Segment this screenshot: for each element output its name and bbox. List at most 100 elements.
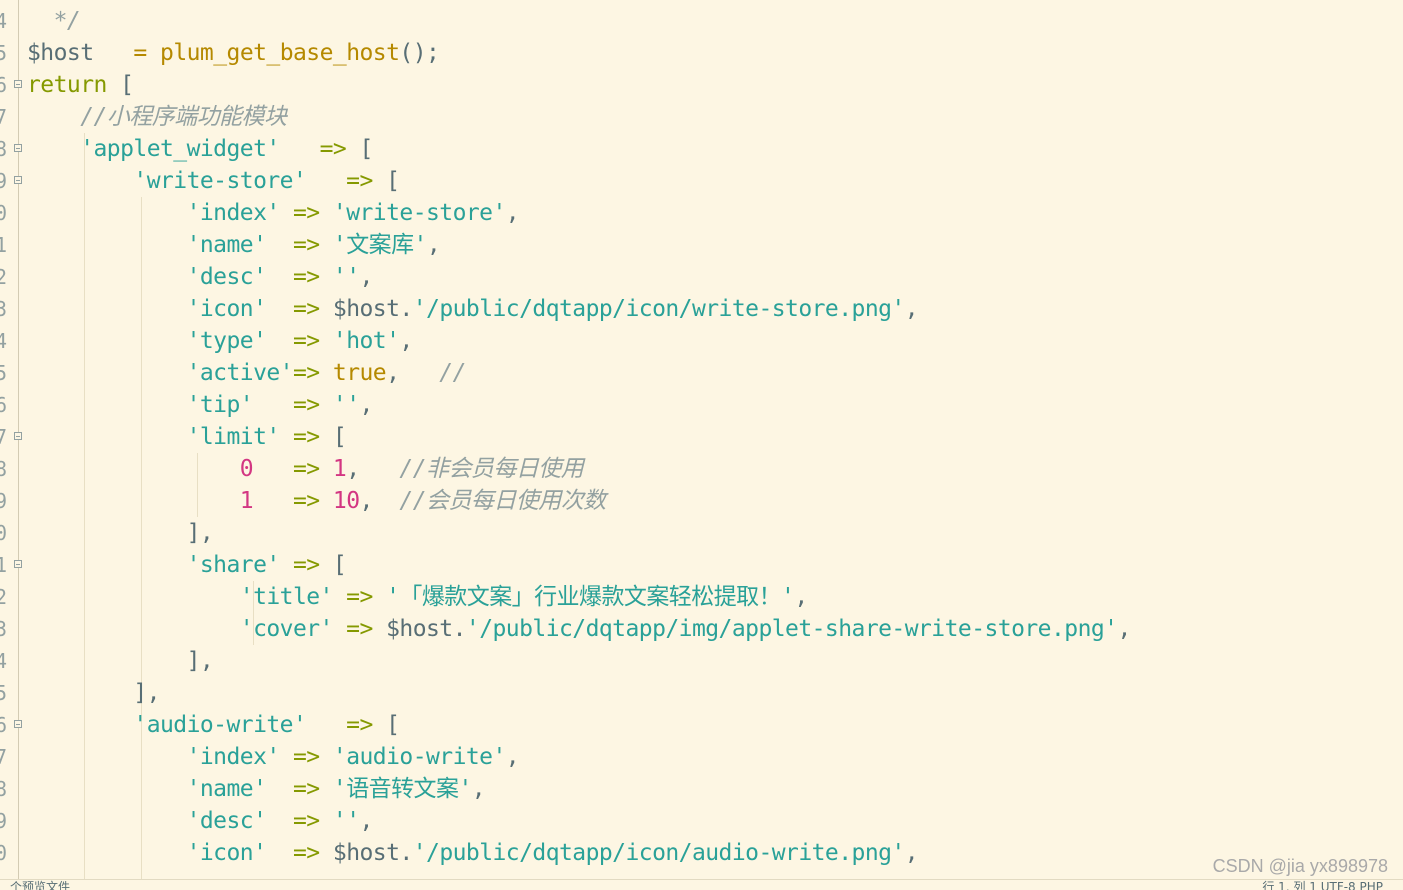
code-line[interactable]: 7 'index' => 'audio-write', <box>0 741 1403 773</box>
code-line[interactable]: 1 'share' => [ <box>0 549 1403 581</box>
code-text: 'write-store' => [ <box>27 165 400 197</box>
line-number: 9 <box>0 169 7 193</box>
code-line[interactable]: 9 'desc' => '', <box>0 805 1403 837</box>
line-number: 0 <box>0 521 7 545</box>
fold-toggle-icon[interactable] <box>14 176 22 184</box>
code-line[interactable]: 3 'cover' => $host.'/public/dqtapp/img/a… <box>0 613 1403 645</box>
code-line[interactable]: 4 */ <box>0 5 1403 37</box>
code-text: 'icon' => $host.'/public/dqtapp/icon/wri… <box>27 293 919 325</box>
code-token: '' <box>332 392 360 418</box>
fold-toggle-icon[interactable] <box>14 720 22 728</box>
code-token: [ <box>372 168 400 194</box>
code-line[interactable]: 2 'title' => '「爆款文案」行业爆款文案轻松提取！', <box>0 581 1403 613</box>
code-token: '/public/dqtapp/icon/audio-write.png' <box>412 840 906 866</box>
code-line[interactable]: 3 'icon' => $host.'/public/dqtapp/icon/w… <box>0 293 1403 325</box>
code-line[interactable]: 6 'tip' => '', <box>0 389 1403 421</box>
code-token: 10 <box>332 488 360 514</box>
code-token: => <box>292 360 320 386</box>
code-line[interactable]: 1 'name' => '文案库', <box>0 229 1403 261</box>
line-number: 9 <box>0 809 7 833</box>
line-number: 0 <box>0 201 7 225</box>
code-line[interactable]: 5 $host = plum_get_base_host(); <box>0 37 1403 69</box>
code-line[interactable]: 7 'limit' => [ <box>0 421 1403 453</box>
code-line[interactable]: 5 ], <box>0 677 1403 709</box>
fold-toggle-icon[interactable] <box>14 144 22 152</box>
code-text: //小程序端功能模块 <box>27 101 287 133</box>
code-text: 1 => 10, //会员每日使用次数 <box>27 485 606 517</box>
code-line[interactable]: 4 ], <box>0 645 1403 677</box>
code-token: , <box>904 296 919 322</box>
line-number: 4 <box>0 9 7 33</box>
code-text: 'desc' => '', <box>27 805 374 837</box>
code-token: => <box>346 584 373 610</box>
code-line[interactable]: 9 'write-store' => [ <box>0 165 1403 197</box>
code-token: //非会员每日使用 <box>399 456 584 482</box>
code-token: => <box>292 744 320 770</box>
code-token: => <box>292 328 320 354</box>
code-token: true <box>332 360 387 386</box>
code-token: 'active' <box>186 360 294 386</box>
code-token: => <box>292 552 320 578</box>
code-line[interactable]: 6 'audio-write' => [ <box>0 709 1403 741</box>
code-token: => <box>292 200 320 226</box>
code-token: , <box>399 328 413 354</box>
code-text: 'name' => '语音转文案', <box>27 773 486 805</box>
code-token: return <box>27 72 107 98</box>
code-line[interactable]: 9 1 => 10, //会员每日使用次数 <box>0 485 1403 517</box>
code-token: => <box>292 840 320 866</box>
fold-toggle-icon[interactable] <box>14 432 22 440</box>
code-text: 'icon' => $host.'/public/dqtapp/icon/aud… <box>27 837 919 869</box>
code-text: 'limit' => [ <box>27 421 347 453</box>
line-number: 8 <box>0 777 7 801</box>
code-token: '/public/dqtapp/icon/write-store.png' <box>412 296 906 322</box>
code-token: , <box>471 776 486 802</box>
code-editor[interactable]: 4 */ 5 $host = plum_get_base_host(); 6 retur… <box>0 0 1403 879</box>
code-token: => <box>292 296 320 322</box>
code-token: '语音转文案' <box>332 776 472 802</box>
code-token: => <box>292 264 320 290</box>
line-number: 3 <box>0 297 7 321</box>
code-token: plum_get_base_host <box>160 40 400 66</box>
code-token: 'desc' <box>186 808 267 834</box>
code-line[interactable]: 4 'type' => 'hot', <box>0 325 1403 357</box>
code-line[interactable]: 5 'active'=> true, // <box>0 357 1403 389</box>
code-line[interactable]: 8 'name' => '语音转文案', <box>0 773 1403 805</box>
code-line[interactable]: 8 0 => 1, //非会员每日使用 <box>0 453 1403 485</box>
code-line[interactable]: 0 'index' => 'write-store', <box>0 197 1403 229</box>
code-text: $host = plum_get_base_host(); <box>27 37 440 69</box>
code-token: 'type' <box>186 328 267 354</box>
code-token: ], <box>27 520 214 546</box>
fold-toggle-icon[interactable] <box>14 80 22 88</box>
fold-toggle-icon[interactable] <box>14 560 22 568</box>
code-line[interactable]: 6 return [ <box>0 69 1403 101</box>
code-token: => <box>292 776 320 802</box>
code-token: $host <box>386 616 453 642</box>
code-token: '' <box>332 264 360 290</box>
line-number: 6 <box>0 393 7 417</box>
code-line[interactable]: 7 //小程序端功能模块 <box>0 101 1403 133</box>
code-line[interactable]: 0 ], <box>0 517 1403 549</box>
code-line[interactable]: 0 'icon' => $host.'/public/dqtapp/icon/a… <box>0 837 1403 869</box>
code-line[interactable]: 8 'applet_widget' => [ <box>0 133 1403 165</box>
code-text: 'cover' => $host.'/public/dqtapp/img/app… <box>27 613 1132 645</box>
code-line[interactable]: 2 'desc' => '', <box>0 261 1403 293</box>
